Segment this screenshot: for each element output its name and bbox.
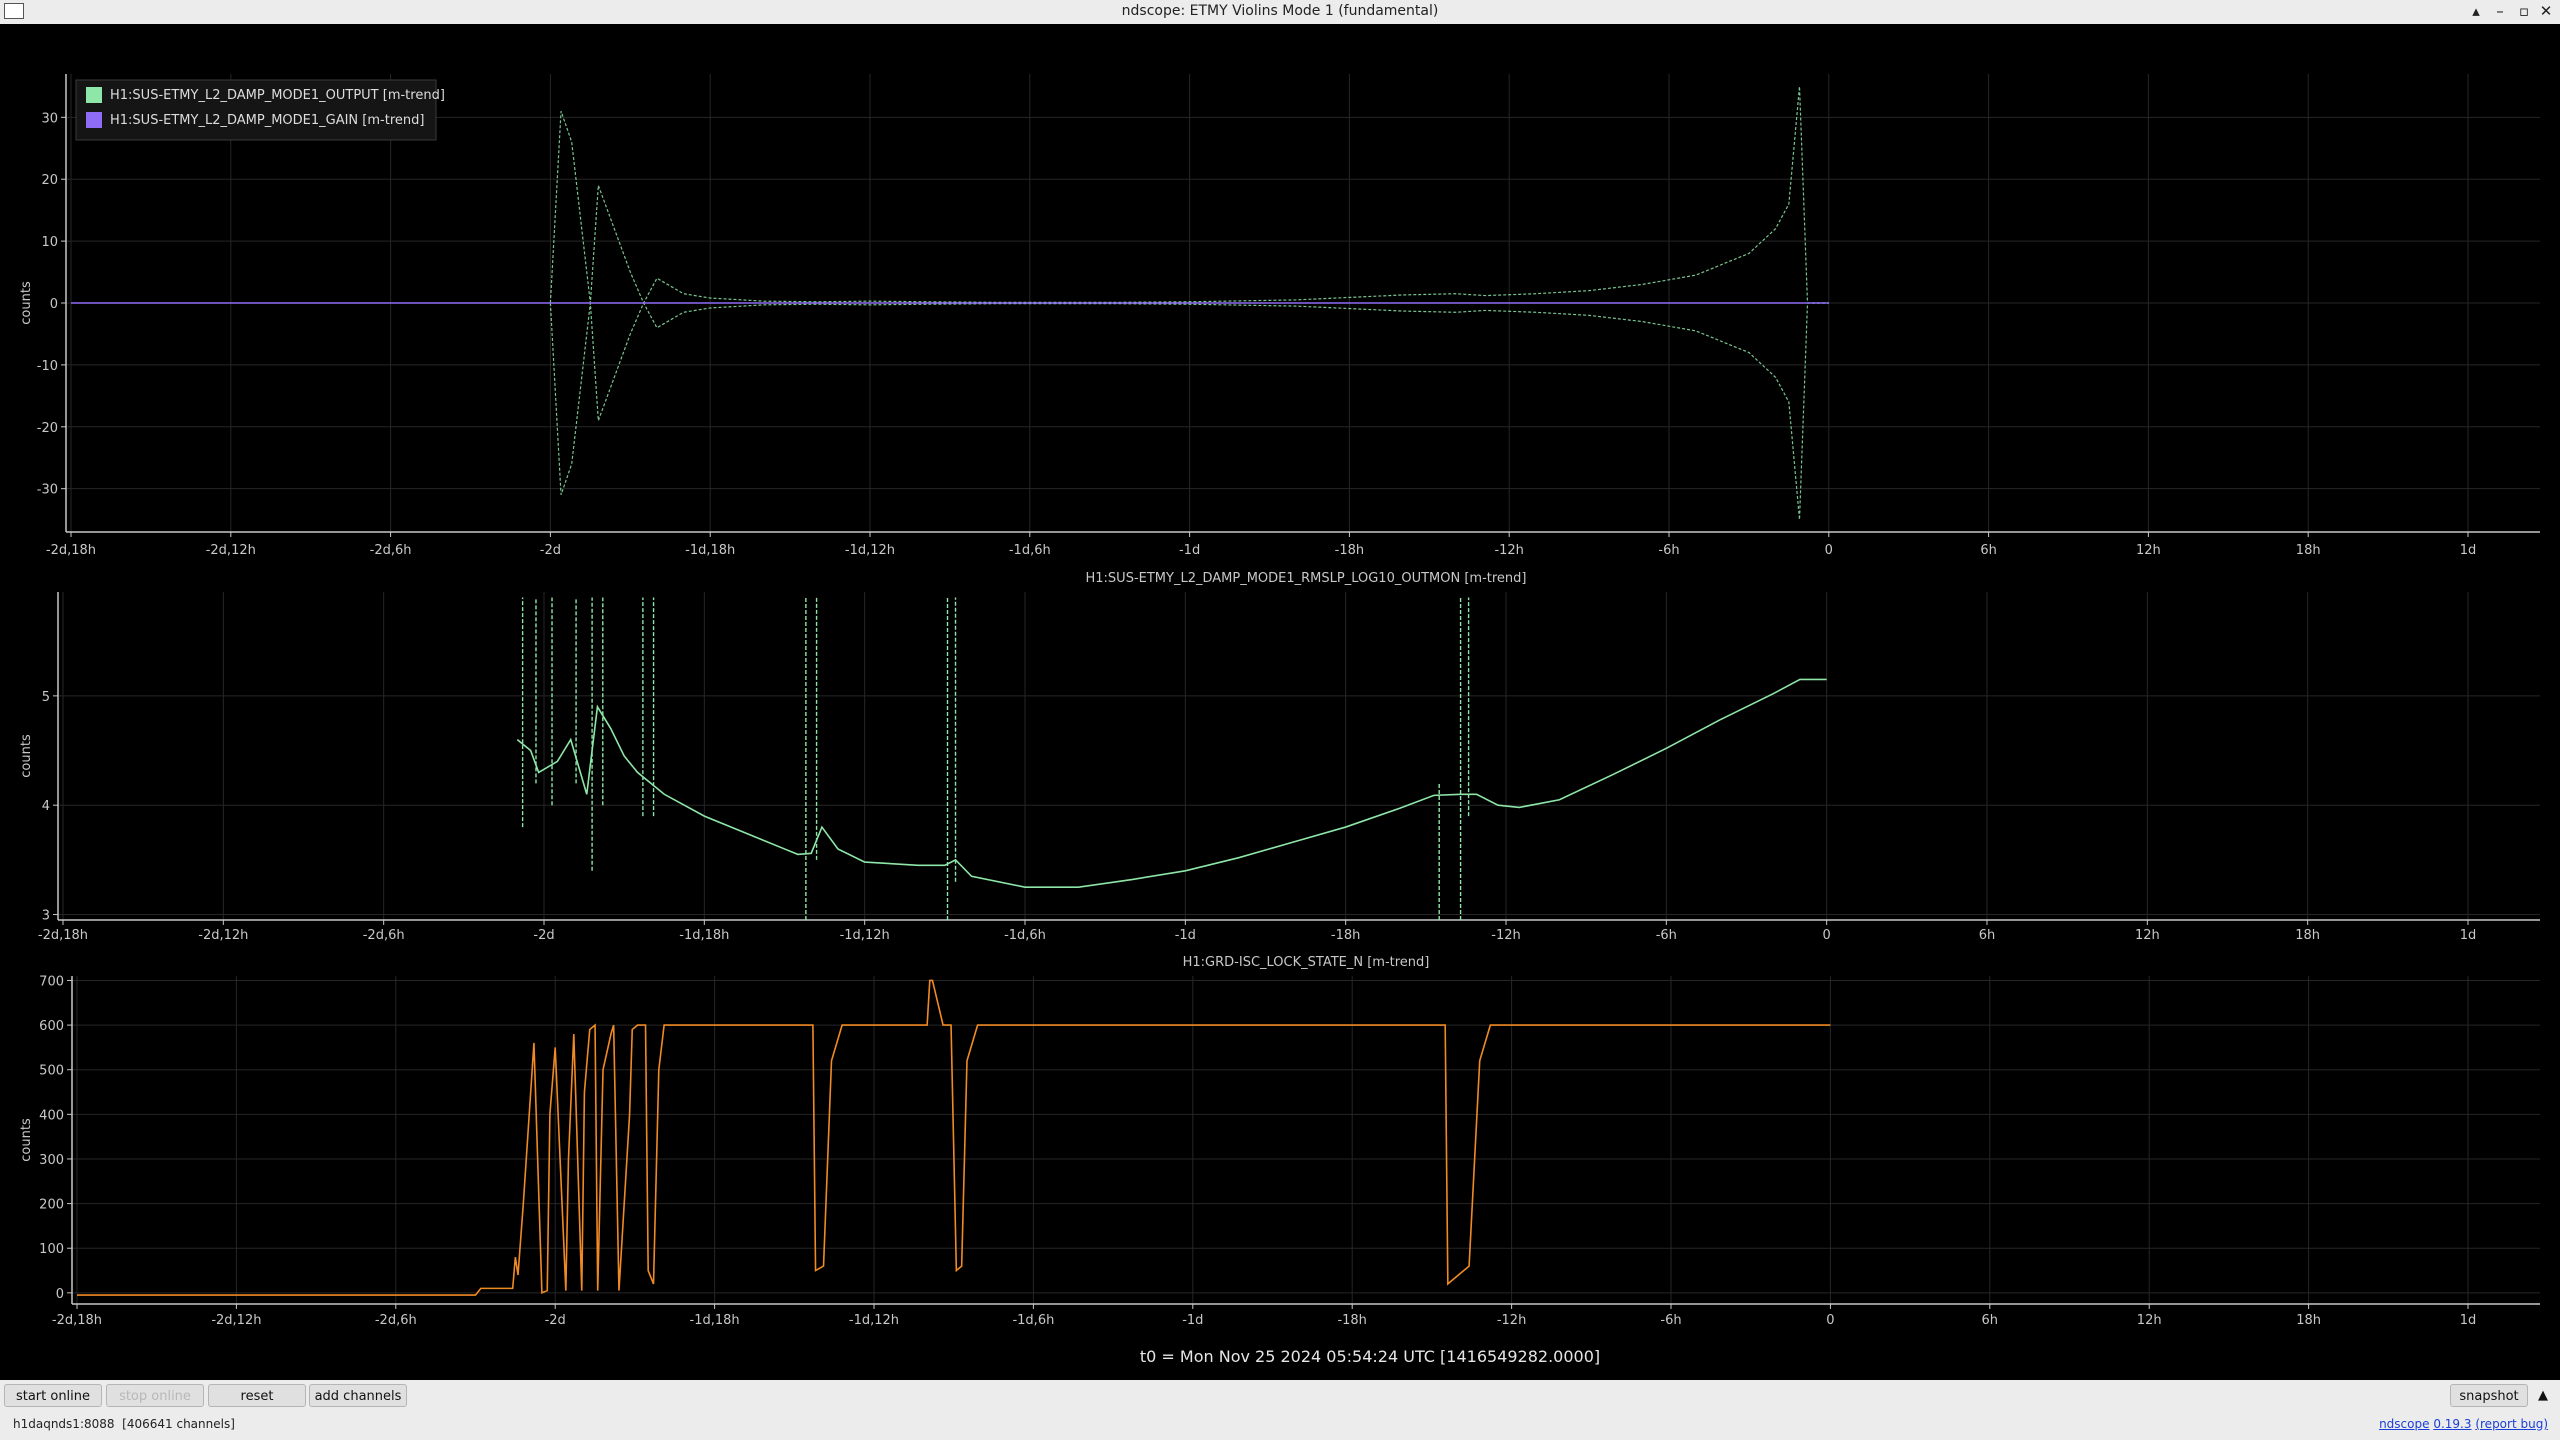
channel-count: [406641 channels] [122, 1417, 235, 1431]
x-tick-label: -1d [1175, 928, 1196, 943]
y-tick-label: -30 [37, 483, 58, 498]
add-channels-button[interactable]: add channels [309, 1384, 407, 1407]
x-tick-label: -12h [1497, 1313, 1526, 1328]
stop-online-button: stop online [106, 1384, 204, 1407]
x-tick-label: -18h [1335, 543, 1364, 558]
x-tick-label: 6h [1982, 1313, 1999, 1328]
x-tick-label: 18h [2296, 1313, 2321, 1328]
y-axis-label: counts [19, 734, 34, 778]
x-tick-label: -2d [540, 543, 561, 558]
y-tick-label: 200 [39, 1198, 64, 1213]
x-tick-label: 1d [2460, 1313, 2477, 1328]
start-online-button[interactable]: start online [4, 1384, 102, 1407]
y-tick-label: 0 [56, 1287, 64, 1302]
y-tick-label: 4 [42, 799, 50, 814]
x-tick-label: -2d,6h [363, 928, 405, 943]
y-tick-label: -20 [37, 421, 58, 436]
x-tick-label: -1d [1182, 1313, 1203, 1328]
x-tick-label: -12h [1494, 543, 1523, 558]
x-tick-label: -1d,6h [1012, 1313, 1054, 1328]
legend-label-output: H1:SUS-ETMY_L2_DAMP_MODE1_OUTPUT [m-tren… [110, 88, 445, 103]
y-tick-label: 500 [39, 1064, 64, 1079]
y-tick-label: 600 [39, 1019, 64, 1034]
x-tick-label: -2d,6h [370, 543, 412, 558]
y-tick-label: 20 [41, 173, 58, 188]
version-info: ndscope 0.19.3 (report bug) [2379, 1417, 2548, 1431]
x-tick-label: -2d,12h [211, 1313, 261, 1328]
t0-label: t0 = Mon Nov 25 2024 05:54:24 UTC [14165… [1140, 1347, 1600, 1366]
y-tick-label: 400 [39, 1108, 64, 1123]
x-tick-label: -6h [1658, 543, 1679, 558]
x-tick-label: -1d,18h [685, 543, 735, 558]
plot-title: H1:SUS-ETMY_L2_DAMP_MODE1_RMSLP_LOG10_OU… [1086, 571, 1527, 586]
y-tick-label: 100 [39, 1242, 64, 1257]
x-tick-label: 12h [2136, 543, 2161, 558]
window-shade-icon[interactable]: ▴ [2466, 1, 2486, 21]
report-bug-link[interactable]: (report bug) [2475, 1417, 2548, 1431]
x-tick-label: -18h [1331, 928, 1360, 943]
x-tick-label: -2d,18h [52, 1313, 102, 1328]
y-tick-label: 3 [42, 909, 50, 924]
window-title: ndscope: ETMY Violins Mode 1 (fundamenta… [1121, 3, 1439, 19]
x-tick-label: 6h [1980, 543, 1997, 558]
x-tick-label: -1d,12h [845, 543, 895, 558]
y-tick-label: 0 [50, 297, 58, 312]
x-tick-label: 18h [2296, 543, 2321, 558]
ndscope-link[interactable]: ndscope [2379, 1417, 2429, 1431]
reset-button[interactable]: reset [208, 1384, 306, 1407]
plots-canvas[interactable]: -2d,18h -2d,12h -2d,6h -2d -1d,18h -1d,12h -1d… [0, 24, 2560, 1380]
bottom-toolbar: start online stop online reset add chann… [0, 1380, 2560, 1440]
x-tick-label: -6h [1660, 1313, 1681, 1328]
x-tick-label: 1d [2460, 543, 2477, 558]
x-tick-label: -1d,18h [690, 1313, 740, 1328]
x-tick-label: -1d,12h [840, 928, 890, 943]
status-text: h1daqnds1:8088 [406641 channels] [13, 1417, 235, 1431]
x-tick-label: 18h [2295, 928, 2320, 943]
legend-swatch-gain [86, 112, 102, 128]
x-tick-label: -6h [1656, 928, 1677, 943]
plot-area[interactable]: -2d,18h -2d,12h -2d,6h -2d -1d,18h -1d,12h -1d… [0, 24, 2560, 1380]
window-minimize-icon[interactable]: – [2490, 1, 2510, 21]
legend-label-gain: H1:SUS-ETMY_L2_DAMP_MODE1_GAIN [m-trend] [110, 113, 424, 128]
y-tick-label: 30 [41, 111, 58, 126]
server-address: h1daqnds1:8088 [13, 1417, 115, 1431]
window-maximize-icon[interactable]: ▫ [2514, 1, 2534, 21]
version-link[interactable]: 0.19.3 [2433, 1417, 2471, 1431]
y-axis-label: counts [19, 1118, 34, 1162]
legend-swatch-output [86, 87, 102, 103]
snapshot-button[interactable]: snapshot [2450, 1384, 2528, 1407]
x-tick-label: 6h [1979, 928, 1996, 943]
x-tick-label: -2d,6h [375, 1313, 417, 1328]
x-tick-label: -1d,6h [1009, 543, 1051, 558]
rms-line [516, 678, 1827, 889]
x-tick-label: -1d,12h [849, 1313, 899, 1328]
x-tick-label: -1d,18h [679, 928, 729, 943]
x-tick-label: -18h [1337, 1313, 1366, 1328]
x-tick-label: -2d,12h [198, 928, 248, 943]
x-tick-label: -2d,18h [38, 928, 88, 943]
x-tick-label: 0 [1823, 928, 1831, 943]
y-tick-label: 300 [39, 1153, 64, 1168]
y-axis-label: counts [19, 281, 34, 325]
window-close-icon[interactable]: ✕ [2536, 1, 2556, 21]
x-tick-label: -2d,12h [206, 543, 256, 558]
y-tick-label: 10 [41, 235, 58, 250]
x-tick-label: -1d [1179, 543, 1200, 558]
y-tick-label: -10 [37, 359, 58, 374]
x-tick-label: 1d [2460, 928, 2477, 943]
y-tick-label: 700 [39, 974, 64, 989]
x-tick-label: 12h [2137, 1313, 2162, 1328]
x-tick-label: -2d [533, 928, 554, 943]
y-tick-label: 5 [42, 690, 50, 705]
x-tick-label: -12h [1491, 928, 1520, 943]
x-tick-label: 12h [2135, 928, 2160, 943]
expand-arrow-icon[interactable]: ▲ [2532, 1384, 2554, 1407]
x-tick-label: 0 [1826, 1313, 1834, 1328]
x-tick-label: -1d,6h [1004, 928, 1046, 943]
x-tick-label: -2d,18h [46, 543, 96, 558]
plot-title: H1:GRD-ISC_LOCK_STATE_N [m-trend] [1183, 955, 1430, 970]
window-titlebar: ndscope: ETMY Violins Mode 1 (fundamenta… [0, 0, 2560, 24]
x-tick-label: -2d [545, 1313, 566, 1328]
x-tick-label: 0 [1825, 543, 1833, 558]
